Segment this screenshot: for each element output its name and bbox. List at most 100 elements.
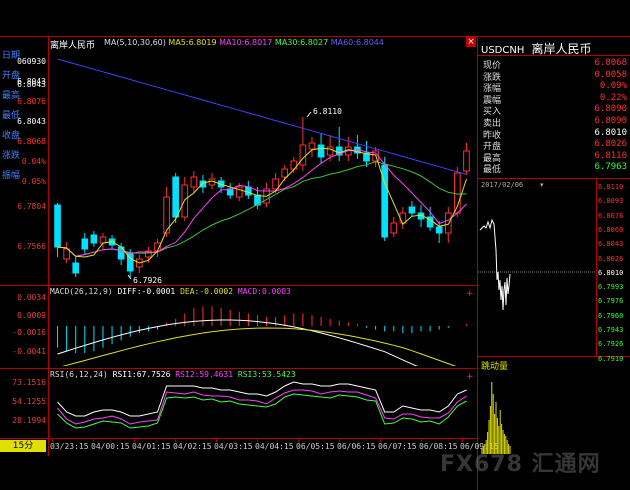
x-axis-label: 04/00:15 [91, 442, 130, 451]
rsi-axis-label: 28.1994 [12, 416, 46, 425]
intraday-axis-label: 6.8010 [598, 268, 624, 277]
quote-symbol: USDCNH [481, 45, 525, 56]
candlestick-chart: 6.8110 6.7926 [54, 58, 470, 285]
candle-body [190, 176, 198, 188]
macd-title: MACD(26,12,9) [50, 287, 113, 296]
rsi-expand-icon[interactable]: + [466, 372, 474, 382]
candle-body [463, 150, 470, 172]
x-axis-tick [298, 438, 299, 442]
quote-key: 最低 [483, 165, 502, 176]
high-annotation: 6.8110 [313, 107, 342, 116]
intraday-axis-label: 6.8043 [598, 240, 624, 249]
candle-body [172, 176, 179, 218]
x-axis-label: 04/03:15 [214, 442, 253, 451]
quote-value: 6.7963 [594, 162, 627, 173]
intraday-axis-label: 6.7943 [598, 326, 624, 334]
macd-chart [57, 306, 467, 366]
intraday-axis-label: 6.8110 [598, 183, 624, 191]
candle-body [81, 238, 89, 250]
macd-expand-icon[interactable]: + [466, 289, 474, 299]
info-value: 0.05% [21, 177, 46, 186]
macd-diff: DIFF:-0.0001 [117, 287, 176, 296]
intraday-dropdown-icon[interactable]: ▾ [540, 181, 544, 189]
quote-value: 6.8010 [594, 127, 627, 138]
x-axis-tick [134, 438, 135, 442]
intraday-axis-label: 6.8093 [598, 197, 624, 206]
price-axis-label: 6.8043 [17, 80, 46, 89]
price-axis-label: 6.7804 [17, 202, 46, 211]
rsi-separator [0, 368, 477, 369]
intraday-axis-label: 6.7910 [598, 354, 624, 363]
intraday-axis-label: 6.8060 [598, 225, 624, 234]
rsi1-line [57, 381, 467, 417]
x-axis-label: 06/07:15 [378, 442, 417, 451]
x-axis-label: 04/01:15 [132, 442, 171, 451]
x-axis-tick [380, 438, 381, 442]
candle-body [54, 204, 61, 248]
volume-chart [481, 382, 511, 454]
quote-row: 涨跌 0.0058 [481, 69, 629, 83]
ma60-line [57, 58, 467, 175]
x-axis-tick [175, 438, 176, 442]
macd-dea: DEA:-0.0002 [180, 287, 234, 296]
candle-body [435, 226, 443, 234]
info-value: 6.8076 [17, 97, 46, 106]
quote-row: 涨幅 0.09% [481, 81, 629, 94]
candle-body [99, 236, 107, 244]
intraday-axis-label: 6.8076 [598, 211, 624, 220]
candle-body [299, 144, 307, 166]
candle-body [317, 144, 325, 158]
quote-value: 6.8068 [594, 58, 627, 68]
candle-body [399, 212, 407, 224]
intraday-axis-label: 6.7960 [598, 311, 624, 320]
candle-body [272, 178, 279, 190]
watermark: FX678 汇通网 [440, 452, 601, 477]
quote-row: 现价 6.8068 [481, 58, 629, 71]
info-value: 6.8068 [17, 137, 46, 146]
macd-axis-label: -0.0016 [12, 328, 46, 337]
quote-value: 6.8110 [594, 150, 627, 161]
candle-body [444, 212, 452, 234]
quote-row: 昨收 6.8010 [481, 127, 629, 141]
macd-legend: MACD(26,12,9) DIFF:-0.0001 DEA:-0.0002 M… [50, 287, 291, 296]
x-axis-tick [462, 438, 463, 442]
x-axis-tick [52, 438, 53, 442]
info-value: 060930 [17, 57, 46, 66]
diff-line [57, 319, 418, 366]
candle-body [308, 142, 316, 150]
quote-row: 卖出 6.8090 [481, 116, 629, 129]
info-value: 6.8043 [17, 117, 46, 126]
quote-row: 震幅 0.22% [481, 93, 629, 106]
info-value: 0.04% [21, 157, 46, 166]
x-axis-label: 06/06:15 [337, 442, 376, 451]
quote-value: 0.0058 [594, 69, 627, 80]
quote-row: 开盘 6.8026 [481, 139, 629, 152]
dea-line [61, 327, 457, 366]
x-axis-tick [216, 438, 217, 442]
candle-body [181, 184, 189, 218]
intraday-price-line [479, 218, 511, 311]
intraday-axis-label: 6.7993 [598, 283, 624, 292]
candle-body [408, 206, 416, 214]
rsi-chart [57, 381, 467, 429]
quote-value: 6.8026 [594, 139, 627, 150]
macd-value: MACD:0.0003 [237, 287, 291, 296]
period-button[interactable]: 15分 [0, 440, 46, 452]
x-axis-tick [421, 438, 422, 442]
intraday-axis-label: 6.7926 [598, 340, 624, 349]
rsi-axis-label: 54.1255 [12, 397, 46, 406]
high-pointer [306, 111, 312, 118]
rsi-axis-label: 73.1516 [12, 378, 46, 387]
intraday-chart [478, 218, 596, 311]
candle-body [199, 180, 207, 188]
candle-body [281, 168, 289, 178]
candle-body [390, 222, 398, 234]
ma30-line [57, 161, 467, 257]
candle-body [326, 146, 334, 156]
x-axis-tick [339, 438, 340, 442]
candle-body [72, 262, 80, 274]
price-axis-label: 6.7566 [17, 242, 46, 251]
intraday-axis-label: 6.7976 [598, 297, 624, 306]
low-annotation: 6.7926 [133, 276, 162, 285]
x-axis-tick [93, 438, 94, 442]
